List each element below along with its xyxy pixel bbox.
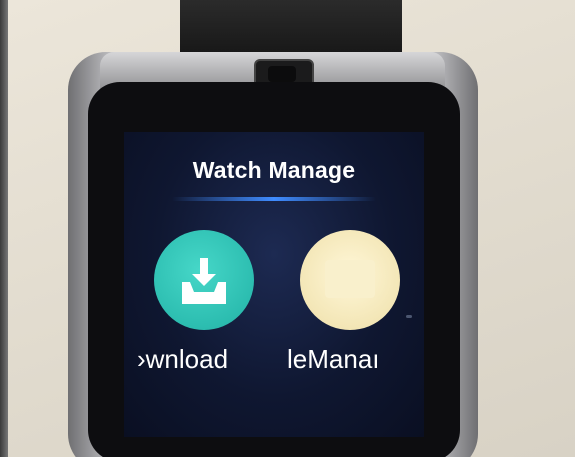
- download-tray-icon: [182, 258, 226, 304]
- download-app-button[interactable]: [154, 230, 254, 330]
- file-manager-app-label: leManaı: [287, 344, 380, 374]
- screen-title: Watch Manage: [192, 157, 356, 183]
- folder-icon: [325, 260, 375, 298]
- photo: Watch Manage ›wnload leManaı: [0, 0, 575, 457]
- title-underline: [172, 197, 376, 201]
- watch-screen: Watch Manage ›wnload leManaı: [124, 132, 424, 437]
- download-app-label: ›wnload: [137, 344, 229, 374]
- file-manager-app-button[interactable]: [300, 230, 400, 330]
- camera-lens: [268, 66, 296, 82]
- left-edge: [0, 0, 8, 457]
- screen-speck: [406, 315, 412, 318]
